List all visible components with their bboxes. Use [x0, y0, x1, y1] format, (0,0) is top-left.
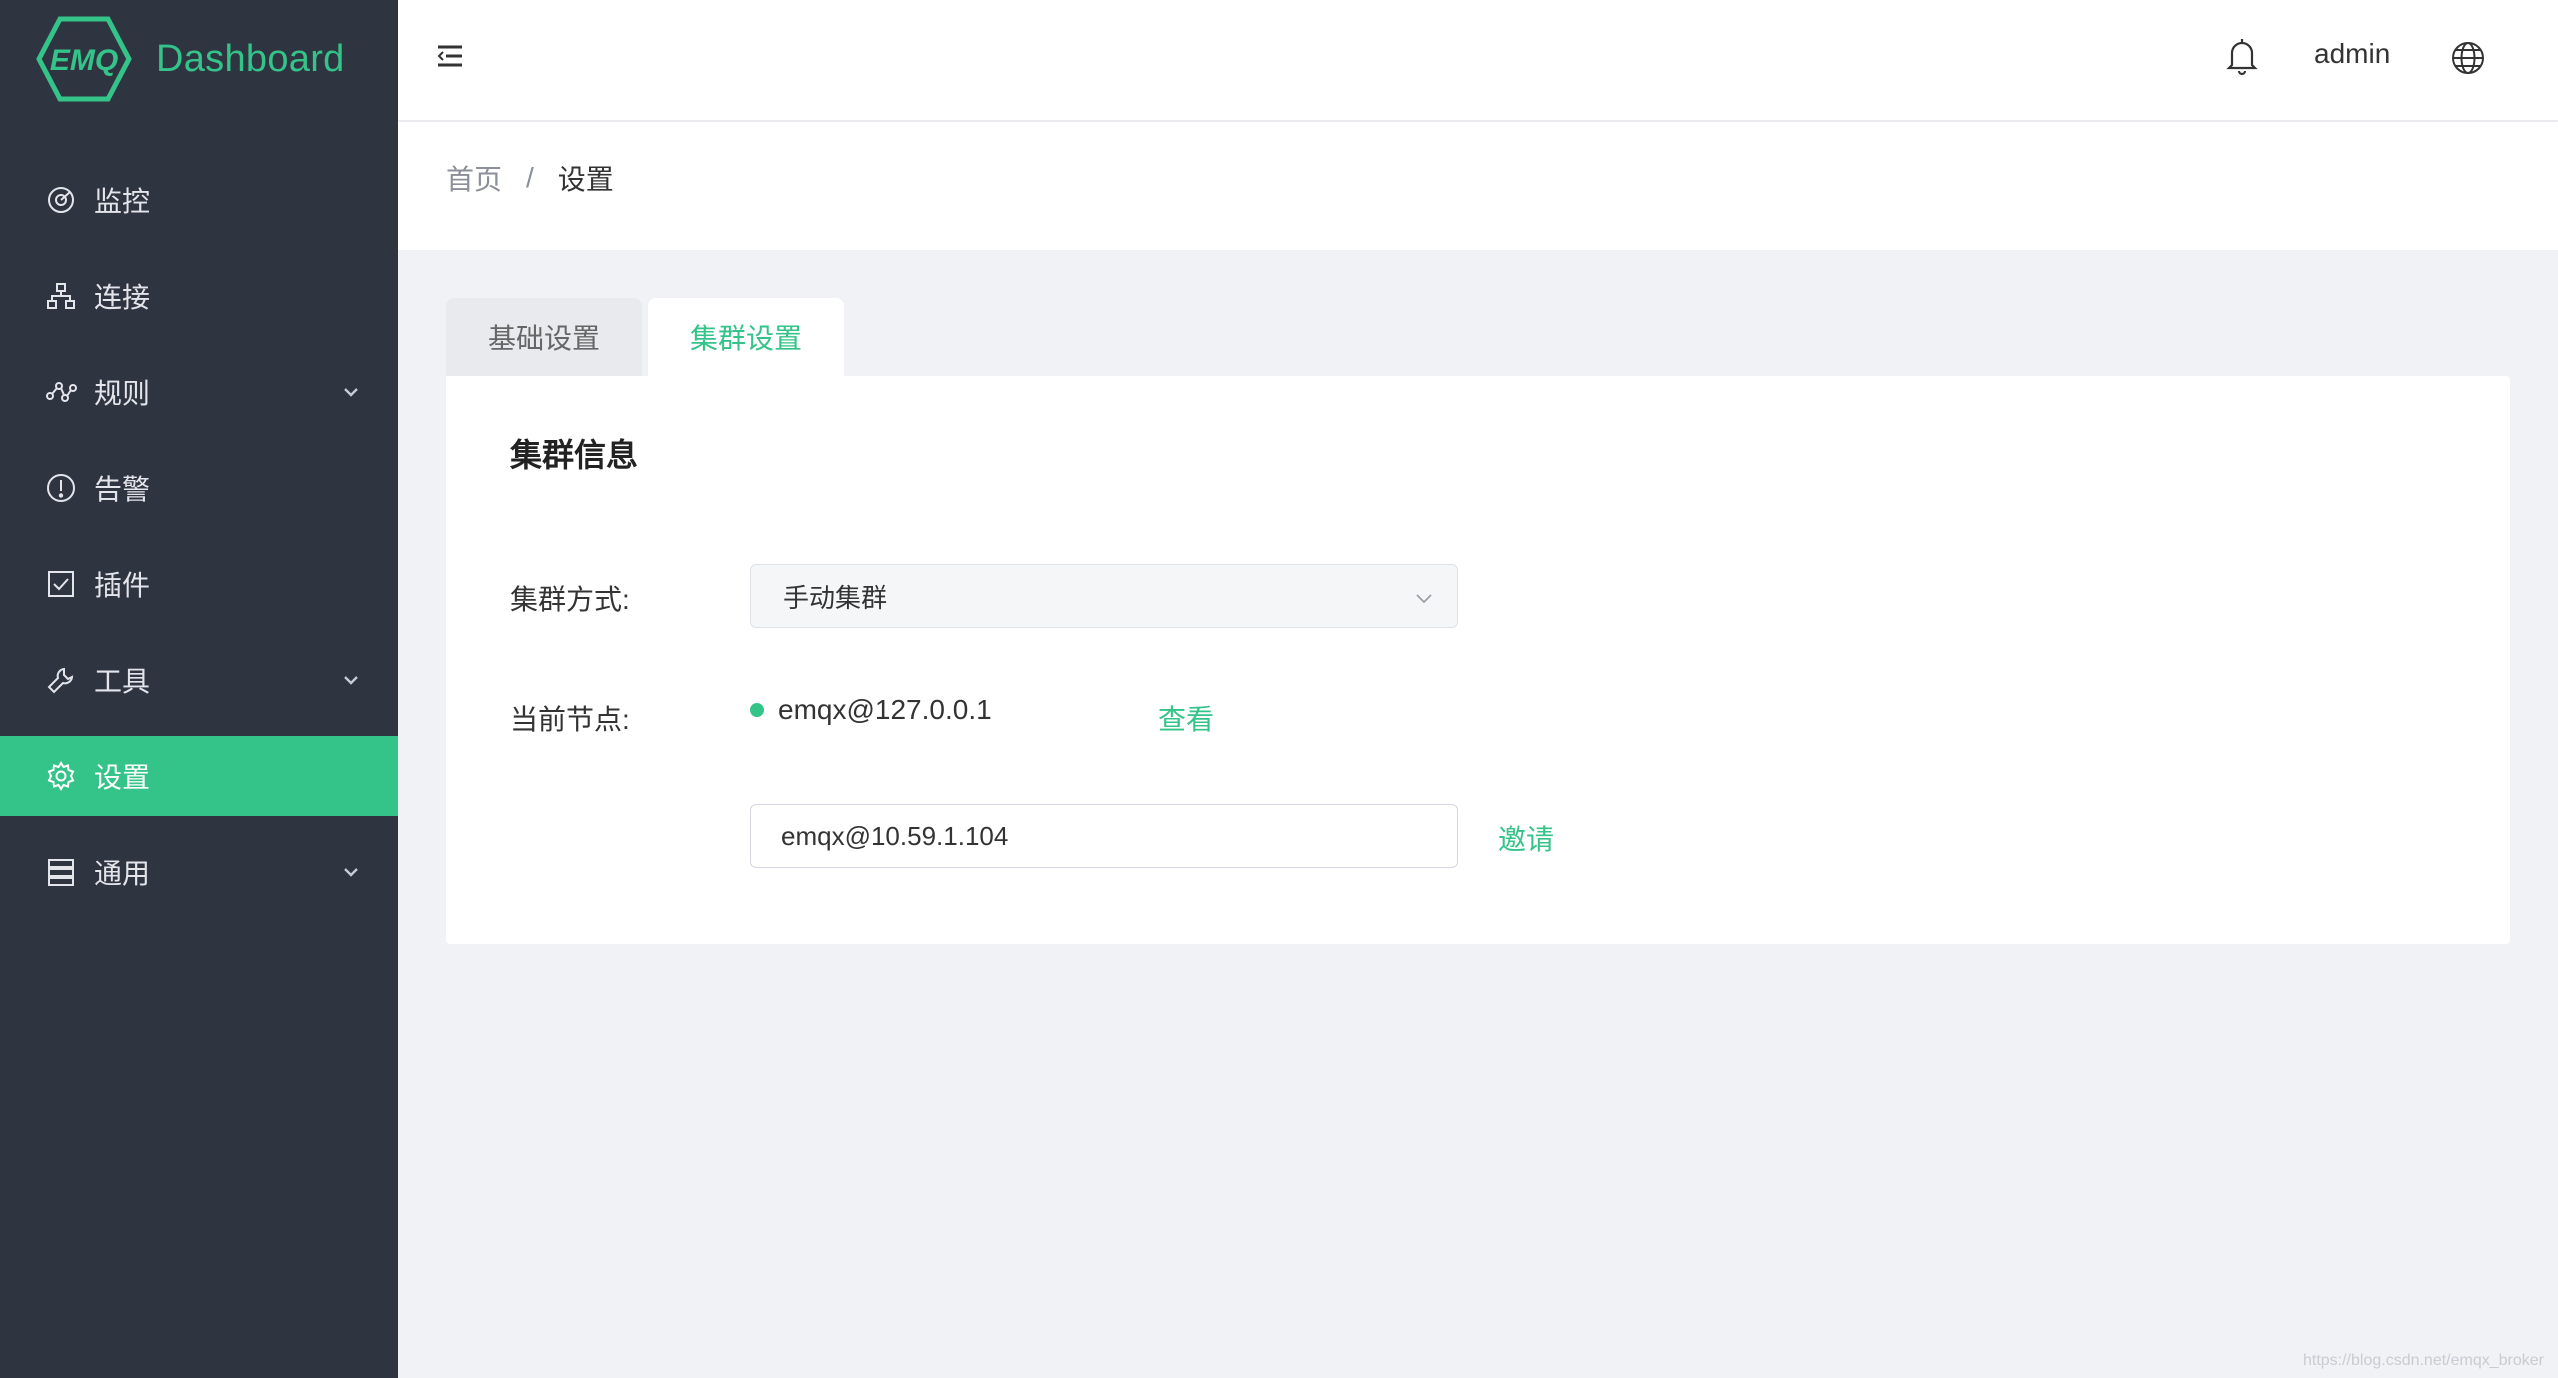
- card-title: 集群信息: [510, 437, 639, 473]
- server-icon: [44, 855, 78, 889]
- breadcrumb: 首页 / 设置: [446, 158, 614, 198]
- app-root: EMQ Dashboard 监控 连接 规则 告警 插件 工具 设置 通用 ad…: [0, 0, 2558, 1378]
- sidebar-item-alarms[interactable]: 告警: [0, 448, 398, 528]
- brand-logo[interactable]: EMQ Dashboard: [36, 16, 345, 102]
- watermark: https://blog.csdn.net/emqx_broker: [2302, 1352, 2544, 1369]
- sidebar-item-plugins[interactable]: 插件: [0, 544, 398, 624]
- chevron-down-icon: [1416, 594, 1432, 604]
- cluster-mode-select[interactable]: 手动集群: [750, 564, 1458, 628]
- sidebar-item-label: 规则: [94, 378, 151, 409]
- sidebar-item-label: 告警: [94, 474, 151, 505]
- sidebar: EMQ Dashboard 监控 连接 规则 告警 插件 工具 设置 通用: [0, 0, 398, 1378]
- user-menu[interactable]: admin: [2314, 38, 2390, 70]
- alert-circle-icon: [44, 471, 78, 505]
- cluster-card: 集群信息 集群方式: 手动集群 当前节点: emqx@127.0.0.1 查看 …: [446, 376, 2510, 944]
- rule-flow-icon: [44, 375, 78, 409]
- chevron-down-icon: [344, 676, 358, 685]
- hamburger-icon[interactable]: [434, 40, 466, 72]
- invite-node-input[interactable]: [750, 804, 1458, 868]
- cluster-mode-label: 集群方式:: [510, 584, 630, 615]
- sidebar-item-label: 插件: [94, 570, 151, 601]
- globe-icon[interactable]: [2450, 40, 2486, 76]
- status-dot: [750, 703, 764, 717]
- top-header: admin: [398, 0, 2558, 120]
- current-node-label: 当前节点:: [510, 704, 630, 735]
- checkbox-icon: [44, 567, 78, 601]
- sidebar-item-settings[interactable]: 设置: [0, 736, 398, 816]
- bell-icon[interactable]: [2224, 36, 2260, 76]
- emq-logo-icon: EMQ: [36, 16, 132, 102]
- gear-icon: [44, 759, 78, 793]
- chevron-down-icon: [344, 868, 358, 877]
- monitor-icon: [44, 183, 78, 217]
- network-icon: [44, 279, 78, 313]
- sidebar-item-label: 连接: [94, 282, 151, 313]
- tab-basic-settings[interactable]: 基础设置: [446, 298, 643, 376]
- tab-cluster-settings[interactable]: 集群设置: [648, 298, 845, 376]
- view-link[interactable]: 查看: [1158, 698, 1214, 738]
- breadcrumb-current: 设置: [557, 164, 614, 195]
- cluster-mode-value: 手动集群: [783, 582, 888, 613]
- breadcrumb-separator: /: [526, 162, 534, 193]
- invite-link[interactable]: 邀请: [1498, 818, 1554, 858]
- app-title: Dashboard: [156, 37, 345, 80]
- sidebar-item-label: 设置: [94, 762, 151, 793]
- current-node: emqx@127.0.0.1: [750, 694, 992, 726]
- sidebar-item-label: 工具: [94, 666, 151, 697]
- breadcrumb-home[interactable]: 首页: [446, 158, 502, 198]
- sidebar-item-label: 通用: [94, 858, 151, 889]
- sidebar-item-general[interactable]: 通用: [0, 832, 398, 912]
- sidebar-item-rules[interactable]: 规则: [0, 352, 398, 432]
- sidebar-item-connections[interactable]: 连接: [0, 256, 398, 336]
- sidebar-item-label: 监控: [94, 186, 151, 217]
- sidebar-menu: 监控 连接 规则 告警 插件 工具 设置 通用: [0, 160, 398, 928]
- current-node-value: emqx@127.0.0.1: [778, 694, 992, 725]
- breadcrumb-bar: 首页 / 设置: [398, 122, 2558, 250]
- logo-text: EMQ: [50, 44, 118, 77]
- settings-tabs: 基础设置 集群设置: [446, 298, 850, 376]
- chevron-down-icon: [344, 388, 358, 397]
- sidebar-item-monitor[interactable]: 监控: [0, 160, 398, 240]
- wrench-icon: [44, 663, 78, 697]
- sidebar-item-tools[interactable]: 工具: [0, 640, 398, 720]
